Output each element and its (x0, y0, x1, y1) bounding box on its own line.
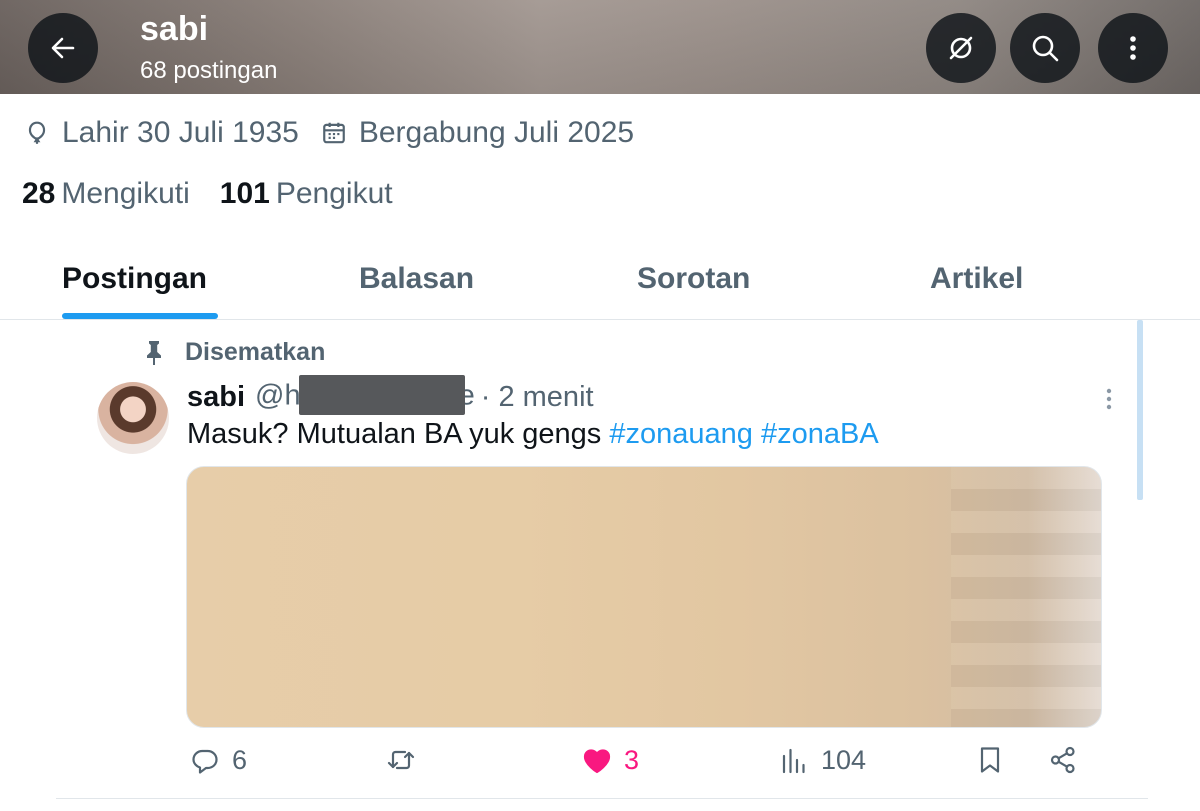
share-button[interactable] (1048, 745, 1078, 775)
post-more-button[interactable] (1098, 384, 1120, 414)
more-vertical-icon (1106, 388, 1112, 410)
post-text: Masuk? Mutualan BA yuk gengs #zonauang #… (187, 418, 879, 451)
post-media-image[interactable] (186, 466, 1102, 728)
author-name[interactable]: sabi (187, 381, 245, 414)
more-options-button[interactable] (1098, 13, 1168, 83)
divider (56, 798, 1148, 799)
reply-icon (192, 749, 218, 774)
bookmark-icon (980, 747, 1000, 773)
pinned-label: Disematkan (185, 338, 326, 366)
header-post-count: 68 postingan (140, 57, 278, 84)
grok-button[interactable] (926, 13, 996, 83)
calendar-icon (323, 122, 345, 144)
header-title: sabi (140, 10, 209, 48)
search-button[interactable] (1010, 13, 1080, 83)
search-icon (1032, 35, 1059, 62)
post-time: · 2 menit (480, 380, 594, 413)
balloon-icon (28, 121, 46, 144)
more-vertical-icon (1130, 36, 1136, 60)
profile-header: sabi 68 postingan (0, 0, 1200, 94)
tab-balasan[interactable]: Balasan (359, 262, 474, 296)
tab-artikel[interactable]: Artikel (930, 262, 1023, 296)
author-handle[interactable]: @h e (255, 375, 475, 417)
scrollbar[interactable] (1137, 320, 1143, 500)
repost-button[interactable] (386, 745, 416, 775)
views-button[interactable]: 104 (779, 745, 866, 776)
tab-sorotan[interactable]: Sorotan (637, 262, 750, 296)
birth-date-text: Lahir 30 Juli 1935 (62, 116, 299, 149)
share-icon (1050, 746, 1075, 774)
profile-tabs: Postingan Balasan Sorotan Artikel (0, 240, 1200, 320)
avatar[interactable] (97, 382, 169, 454)
active-tab-indicator (62, 313, 218, 319)
grok-icon (949, 36, 973, 60)
following-link[interactable]: 28 Mengikuti (22, 177, 190, 211)
reply-count: 6 (232, 745, 248, 775)
profile-meta: Lahir 30 Juli 1935 Bergabung Juli 2025 (24, 116, 656, 150)
following-count: 28 (22, 177, 56, 210)
tab-postingan[interactable]: Postingan (62, 262, 207, 296)
followers-link[interactable]: 101 Pengikut (220, 177, 393, 211)
post-header: sabi @h e · 2 menit (187, 375, 594, 417)
post-hashtags[interactable]: #zonauang #zonaBA (609, 418, 878, 450)
bookmark-button[interactable] (975, 745, 1005, 775)
redaction-box (298, 375, 465, 415)
post-actions: 6 3 104 (0, 745, 1200, 789)
join-date-text: Bergabung Juli 2025 (358, 116, 635, 149)
following-label: Mengikuti (61, 177, 190, 210)
followers-count: 101 (219, 177, 270, 210)
arrow-left-icon (51, 37, 75, 59)
pin-icon (147, 340, 161, 365)
like-count: 3 (624, 745, 640, 775)
heart-icon (583, 748, 611, 773)
post-body: Masuk? Mutualan BA yuk gengs (187, 418, 602, 450)
reply-button[interactable]: 6 (190, 745, 247, 776)
handle-start: @h (255, 379, 301, 412)
like-button[interactable]: 3 (582, 745, 639, 776)
birth-date: Lahir 30 Juli 1935 (24, 116, 299, 150)
follow-stats: 28 Mengikuti 101 Pengikut (22, 177, 423, 211)
join-date: Bergabung Juli 2025 (321, 116, 634, 150)
pinned-indicator: Disematkan (143, 338, 325, 367)
followers-label: Pengikut (275, 177, 393, 210)
repost-icon (387, 750, 415, 770)
views-icon (782, 748, 805, 773)
view-count: 104 (821, 745, 867, 775)
back-button[interactable] (28, 13, 98, 83)
